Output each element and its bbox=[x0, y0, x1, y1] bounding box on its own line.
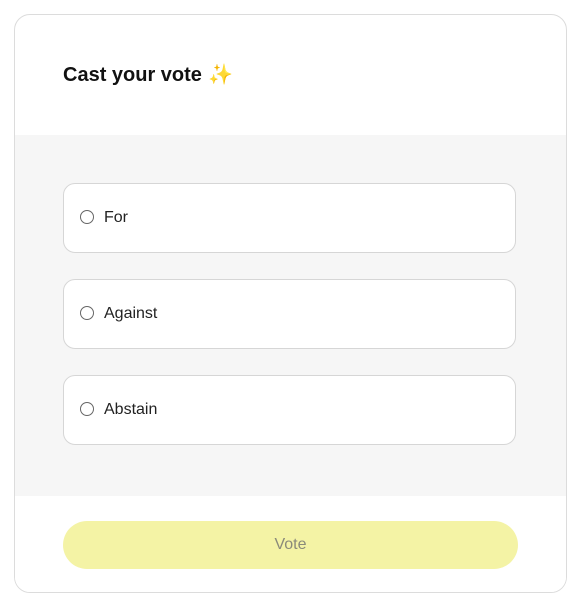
radio-for[interactable] bbox=[80, 210, 94, 224]
card-footer: Vote bbox=[15, 496, 566, 592]
page-title: Cast your vote ✨ bbox=[63, 63, 233, 87]
option-against[interactable]: Against bbox=[63, 279, 516, 349]
radio-abstain[interactable] bbox=[80, 402, 94, 416]
option-label-against: Against bbox=[104, 305, 158, 322]
option-abstain[interactable]: Abstain bbox=[63, 375, 516, 445]
title-text: Cast your vote bbox=[63, 64, 202, 86]
option-label-for: For bbox=[104, 209, 128, 226]
sparkles-icon: ✨ bbox=[207, 64, 233, 86]
radio-against[interactable] bbox=[80, 306, 94, 320]
card-header: Cast your vote ✨ bbox=[15, 15, 566, 135]
vote-card: Cast your vote ✨ For Against Abstain Vote bbox=[14, 14, 567, 593]
option-label-abstain: Abstain bbox=[104, 401, 158, 418]
vote-button[interactable]: Vote bbox=[63, 521, 518, 569]
vote-options-panel: For Against Abstain bbox=[15, 135, 566, 496]
option-for[interactable]: For bbox=[63, 183, 516, 253]
